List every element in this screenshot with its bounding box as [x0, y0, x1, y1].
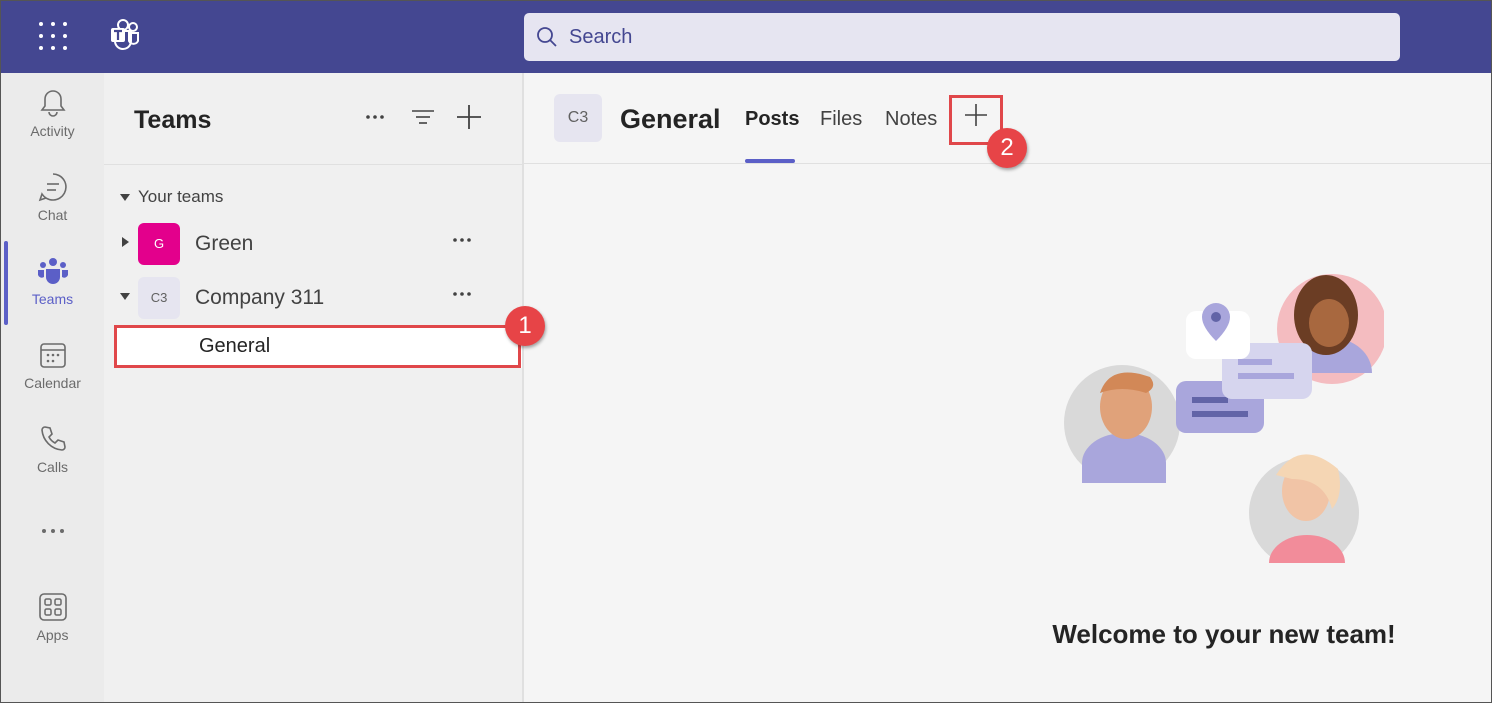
rail-label-teams: Teams	[31, 291, 74, 307]
rail-label-apps: Apps	[36, 627, 69, 643]
rail-item-more[interactable]	[1, 521, 104, 551]
channel-title: General	[620, 104, 721, 134]
callout-badge-1: 1	[505, 306, 545, 346]
rail-label-calendar: Calendar	[24, 375, 81, 391]
team-name: Green	[195, 232, 254, 255]
rail-label-chat: Chat	[37, 207, 68, 223]
filter-icon[interactable]	[409, 103, 437, 131]
tab-posts[interactable]: Posts	[745, 108, 799, 131]
rail-label-activity: Activity	[30, 123, 75, 139]
apps-icon	[38, 593, 67, 621]
search-icon	[537, 27, 557, 47]
rail-item-calls[interactable]: Calls	[1, 423, 104, 503]
teams-panel: Teams Your teams G Green C3 Company 311 …	[104, 73, 522, 702]
team-more-icon[interactable]	[450, 228, 474, 252]
team-avatar: C3	[138, 277, 180, 319]
rail-label-calls: Calls	[36, 459, 69, 475]
chat-icon	[38, 173, 67, 202]
tab-notes[interactable]: Notes	[885, 108, 937, 131]
app-bar: Activity Chat Teams Calendar Calls Apps	[1, 73, 104, 702]
expand-caret-icon	[122, 237, 129, 247]
rail-item-chat[interactable]: Chat	[1, 171, 104, 251]
top-bar: Search	[1, 1, 1491, 73]
app-launcher-icon[interactable]	[39, 22, 67, 50]
collapse-caret-icon	[120, 293, 130, 300]
tab-files[interactable]: Files	[820, 108, 862, 131]
team-more-icon[interactable]	[450, 282, 474, 306]
rail-item-calendar[interactable]: Calendar	[1, 339, 104, 419]
more-options-icon[interactable]	[361, 103, 389, 131]
welcome-title: Welcome to your new team!	[1052, 619, 1396, 649]
search-input[interactable]: Search	[524, 13, 1400, 61]
bell-icon	[39, 90, 66, 117]
team-avatar: G	[138, 223, 180, 265]
panel-title: Teams	[134, 106, 212, 134]
team-item-green[interactable]: G Green	[104, 220, 522, 268]
search-placeholder: Search	[569, 26, 633, 48]
teams-logo-icon	[111, 19, 139, 50]
callout-box-1	[114, 325, 521, 368]
rail-item-activity[interactable]: Activity	[1, 87, 104, 167]
welcome-illustration	[1064, 274, 1384, 563]
add-team-icon[interactable]	[455, 103, 483, 131]
team-item-company-311[interactable]: C3 Company 311	[104, 274, 522, 322]
teams-icon	[37, 258, 68, 284]
active-tab-indicator	[745, 159, 795, 163]
rail-item-apps[interactable]: Apps	[1, 591, 104, 671]
phone-icon	[40, 426, 66, 451]
team-name: Company 311	[195, 286, 325, 309]
channel-avatar: C3	[554, 94, 602, 142]
teams-window: Search Activity Chat Teams Calendar Call…	[0, 0, 1492, 703]
callout-badge-2: 2	[987, 128, 1027, 168]
panel-divider	[104, 164, 522, 165]
rail-item-teams[interactable]: Teams	[1, 255, 104, 335]
collapse-caret-icon	[120, 194, 130, 201]
more-icon	[41, 529, 64, 533]
calendar-icon	[39, 343, 66, 368]
section-label: Your teams	[138, 187, 224, 206]
